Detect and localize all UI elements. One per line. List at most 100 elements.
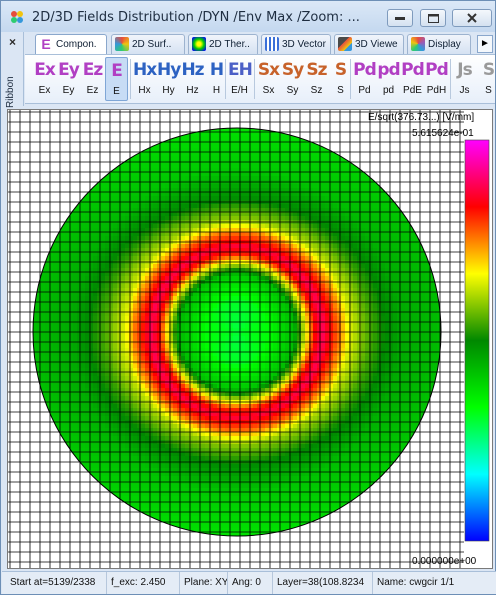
- tab-3d-viewer[interactable]: 3D Viewe: [334, 34, 404, 54]
- heatmap-cell: [137, 272, 142, 277]
- tab-scroll-right-icon[interactable]: ►: [477, 35, 493, 53]
- field-button-pdh[interactable]: Pd PdH: [425, 57, 449, 101]
- heatmap-cell: [237, 304, 242, 309]
- heatmap-cell: [217, 156, 222, 161]
- heatmap-cell: [301, 176, 306, 181]
- heatmap-cell: [341, 276, 346, 281]
- heatmap-cell: [401, 312, 406, 317]
- tab-components[interactable]: E Compon.: [35, 34, 107, 55]
- field-button-eh[interactable]: EH E/H: [228, 57, 253, 101]
- heatmap-cell: [117, 324, 122, 329]
- heatmap-cell: [345, 212, 350, 217]
- field-button-hy[interactable]: Hy Hy: [157, 57, 181, 101]
- heatmap-cell: [393, 344, 398, 349]
- heatmap-cell: [85, 236, 90, 241]
- ribbon-close-icon[interactable]: ×: [9, 35, 16, 49]
- heatmap-cell: [161, 152, 166, 157]
- field-button-js[interactable]: Js Js: [453, 57, 476, 101]
- heatmap-cell: [161, 332, 166, 337]
- heatmap-cell: [325, 292, 330, 297]
- field-button-e[interactable]: EE: [105, 57, 128, 101]
- heatmap-cell: [301, 352, 306, 357]
- tab-3d-vector[interactable]: 3D Vector: [261, 34, 331, 54]
- title-bar[interactable]: 2D/3D Fields Distribution /DYN /Env Max …: [1, 1, 495, 32]
- heatmap-cell: [361, 304, 366, 309]
- heatmap-cell: [97, 292, 102, 297]
- heatmap-cell: [285, 252, 290, 257]
- field-button-sy[interactable]: Sy Sy: [281, 57, 304, 101]
- heatmap-cell: [181, 164, 186, 169]
- heatmap-cell: [241, 196, 246, 201]
- field-heatmap[interactable]: [8, 110, 492, 568]
- heatmap-cell: [365, 304, 370, 309]
- heatmap-cell: [253, 172, 258, 177]
- heatmap-cell: [125, 196, 130, 201]
- heatmap-cell: [113, 324, 118, 329]
- maximize-button[interactable]: [420, 9, 446, 27]
- heatmap-cell: [293, 212, 298, 217]
- heatmap-cell: [377, 284, 382, 289]
- heatmap-cell: [241, 164, 246, 169]
- field-button-ey[interactable]: Ey Ey: [57, 57, 80, 101]
- heatmap-cell: [173, 164, 178, 169]
- heatmap-cell: [145, 324, 150, 329]
- heatmap-cell: [93, 232, 98, 237]
- heatmap-cell: [201, 272, 206, 277]
- field-button-pd[interactable]: Pd Pd: [353, 57, 377, 101]
- heatmap-cell: [137, 284, 142, 289]
- field-button-ez[interactable]: Ez Ez: [81, 57, 104, 101]
- heatmap-cell: [385, 272, 390, 277]
- heatmap-cell: [293, 224, 298, 229]
- heatmap-cell: [113, 232, 118, 237]
- heatmap-cell: [237, 132, 242, 137]
- heatmap-cell: [341, 196, 346, 201]
- heatmap-cell: [37, 324, 42, 329]
- heatmap-cell: [281, 192, 286, 197]
- heatmap-cell: [181, 192, 186, 197]
- field-button-sz[interactable]: Sz Sz: [305, 57, 328, 101]
- heatmap-cell: [125, 256, 130, 261]
- tab-2d-surface[interactable]: 2D Surf..: [111, 34, 185, 54]
- heatmap-cell: [341, 224, 346, 229]
- field-button-hx[interactable]: Hx Hx: [133, 57, 157, 101]
- tab-display[interactable]: Display: [407, 34, 471, 54]
- heatmap-cell: [141, 276, 146, 281]
- heatmap-cell: [265, 236, 270, 241]
- heatmap-cell: [297, 336, 302, 341]
- heatmap-cell: [337, 172, 342, 177]
- heatmap-cell: [57, 256, 62, 261]
- heatmap-cell: [121, 292, 126, 297]
- tab-2d-thermal[interactable]: 2D Ther..: [188, 34, 258, 54]
- heatmap-cell: [261, 336, 266, 341]
- field-button-s[interactable]: SS: [329, 57, 352, 101]
- heatmap-cell: [273, 256, 278, 261]
- field-button-hz[interactable]: Hz Hz: [181, 57, 204, 101]
- heatmap-cell: [361, 192, 366, 197]
- heatmap-cell: [233, 312, 238, 317]
- heatmap-cell: [281, 196, 286, 201]
- close-button[interactable]: [452, 9, 492, 27]
- field-button-s[interactable]: SS: [477, 57, 496, 101]
- heatmap-cell: [213, 232, 218, 237]
- field-plot[interactable]: E/sqrt(376.73...) [V/mm] 5.615624e-01 0.…: [7, 109, 493, 569]
- heatmap-cell: [157, 236, 162, 241]
- field-button-ex[interactable]: Ex Ex: [33, 57, 56, 101]
- heatmap-cell: [281, 336, 286, 341]
- field-button-pd[interactable]: pd pd: [377, 57, 400, 101]
- heatmap-cell: [197, 332, 202, 337]
- heatmap-cell: [65, 236, 70, 241]
- heatmap-cell: [161, 184, 166, 189]
- heatmap-cell: [101, 284, 106, 289]
- heatmap-cell: [325, 252, 330, 257]
- heatmap-cell: [205, 164, 210, 169]
- minimize-button[interactable]: [387, 9, 413, 27]
- heatmap-cell: [277, 156, 282, 161]
- heatmap-cell: [297, 176, 302, 181]
- heatmap-cell: [81, 224, 86, 229]
- heatmap-cell: [145, 292, 150, 297]
- field-button-pde[interactable]: Pd PdE: [401, 57, 425, 101]
- heatmap-cell: [297, 216, 302, 221]
- heatmap-cell: [181, 136, 186, 141]
- heatmap-cell: [197, 164, 202, 169]
- field-button-sx[interactable]: Sx Sx: [257, 57, 280, 101]
